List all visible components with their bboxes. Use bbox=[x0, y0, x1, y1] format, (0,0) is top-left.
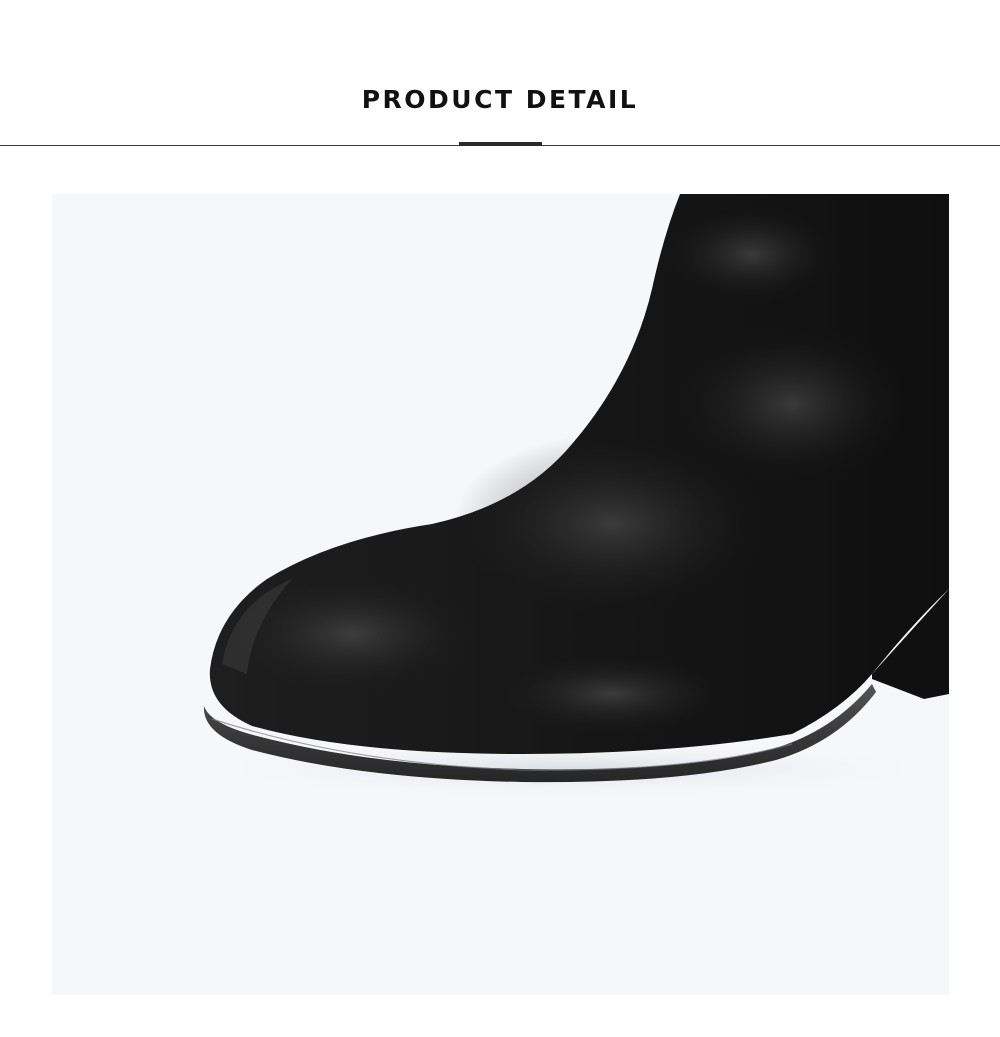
suede-sheen bbox=[672, 324, 912, 484]
title-divider-accent bbox=[459, 142, 542, 146]
suede-sheen bbox=[662, 204, 842, 304]
suede-sheen bbox=[492, 654, 732, 734]
page-title: PRODUCT DETAIL bbox=[361, 85, 639, 114]
product-detail-photo bbox=[52, 194, 949, 995]
suede-sheen bbox=[222, 574, 482, 694]
page-header: PRODUCT DETAIL bbox=[0, 0, 1000, 150]
boot-illustration bbox=[192, 194, 949, 799]
